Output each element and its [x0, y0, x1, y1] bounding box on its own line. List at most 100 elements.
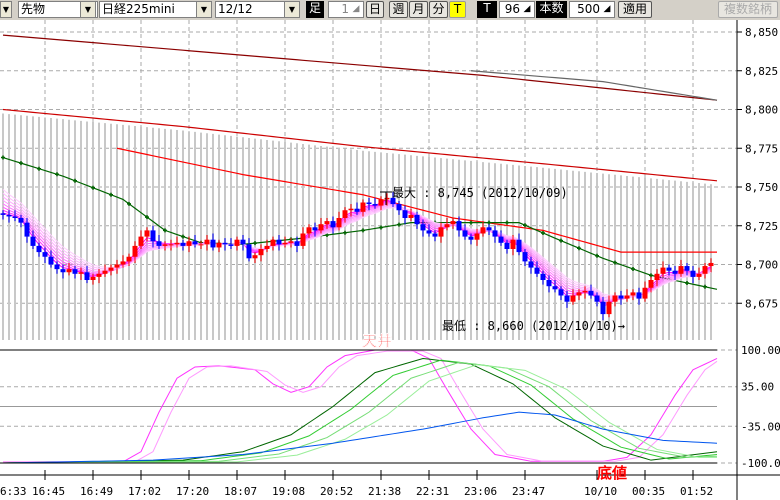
candle: [624, 289, 630, 302]
time-tick-label: 22:31: [416, 485, 449, 498]
candle-body: [708, 262, 714, 267]
candle: [516, 233, 522, 256]
time-tick-label: 20:52: [320, 485, 353, 498]
time-tick-label: 6:33: [0, 485, 27, 498]
candle-body: [600, 301, 606, 315]
candle-body: [234, 239, 240, 246]
ma-marker: [613, 260, 617, 265]
time-tick-label: 10/10: [584, 485, 617, 498]
candle: [660, 261, 666, 277]
candle-body: [90, 276, 96, 280]
top-label: 天井: [362, 332, 392, 350]
ma-marker: [181, 234, 185, 239]
candle-body: [558, 289, 564, 296]
candle-body: [354, 208, 360, 212]
spinner-icon[interactable]: ◢: [601, 3, 613, 16]
candle: [24, 218, 30, 243]
ma-marker: [541, 230, 545, 235]
market-dropdown-arrow[interactable]: ▼: [80, 1, 96, 18]
left-dropdown-arrow[interactable]: ▼: [0, 1, 12, 18]
candle-body: [366, 202, 372, 205]
candle: [276, 235, 282, 251]
candle-body: [138, 236, 144, 246]
spinner-icon[interactable]: ◢: [350, 3, 362, 16]
ma-marker: [361, 228, 365, 233]
t-spinner[interactable]: 96 ◢: [499, 1, 535, 18]
price-tick-label: 8,750: [745, 181, 778, 194]
ma-marker: [37, 166, 41, 171]
candle: [102, 264, 108, 277]
spinner-icon[interactable]: ◢: [521, 3, 533, 16]
candle-body: [534, 267, 540, 274]
instrument-dropdown-arrow[interactable]: ▼: [196, 1, 212, 18]
tick-button[interactable]: T: [449, 1, 466, 18]
candle: [36, 242, 42, 257]
candle: [216, 239, 222, 253]
candle-body: [192, 241, 198, 245]
candle-body: [456, 221, 462, 231]
candle: [696, 267, 702, 280]
ma-marker: [631, 266, 635, 271]
candle-body: [696, 273, 702, 277]
candle-body: [468, 236, 474, 240]
candle-body: [72, 269, 78, 274]
bottom-label: 底値: [597, 464, 627, 482]
candle-body: [414, 214, 420, 225]
candle-body: [474, 233, 480, 240]
multi-symbol-button[interactable]: 複数銘柄: [718, 1, 778, 18]
ma-marker: [55, 172, 59, 177]
candle-body: [606, 301, 612, 315]
bar-period-spinner[interactable]: 1 ◢: [328, 1, 364, 18]
candle-body: [372, 204, 378, 206]
bar-label: 足: [306, 1, 324, 18]
ma-marker: [649, 273, 653, 278]
candle: [300, 227, 306, 249]
candle-body: [660, 267, 666, 274]
ma-marker: [505, 220, 509, 225]
count-spinner[interactable]: 500 ◢: [569, 1, 615, 18]
daily-button[interactable]: 日: [366, 1, 384, 18]
oscillator-line: [3, 349, 718, 463]
ma-marker: [1, 155, 5, 160]
ma-marker: [523, 223, 527, 228]
candle-body: [126, 256, 132, 262]
candle-body: [222, 242, 228, 245]
price-tick-label: 8,850: [745, 26, 778, 39]
candle-body: [18, 218, 24, 223]
minute-button[interactable]: 分: [429, 1, 448, 18]
monthly-button[interactable]: 月: [409, 1, 428, 18]
weekly-button[interactable]: 週: [389, 1, 408, 18]
candle: [636, 287, 642, 305]
apply-button[interactable]: 適用: [618, 1, 652, 18]
instrument-select[interactable]: 日経225mini: [99, 1, 199, 18]
candle-body: [348, 208, 354, 211]
time-tick-label: 17:20: [176, 485, 209, 498]
candle-body: [324, 221, 330, 225]
candle-body: [270, 239, 276, 246]
candle-body: [570, 295, 576, 302]
candle: [618, 290, 624, 305]
ma-marker: [109, 192, 113, 197]
candle: [270, 236, 276, 251]
candle-body: [360, 202, 366, 212]
candle-body: [486, 227, 492, 231]
candle-body: [162, 244, 168, 246]
candle-body: [216, 242, 222, 248]
contract-dropdown-arrow[interactable]: ▼: [284, 1, 300, 18]
ma-marker: [73, 178, 77, 183]
time-tick-label: 16:49: [80, 485, 113, 498]
candle-body: [198, 244, 204, 246]
candle: [222, 238, 228, 251]
candle-body: [564, 295, 570, 302]
candle: [612, 292, 618, 307]
candle-body: [618, 295, 624, 299]
time-tick-label: 00:35: [632, 485, 665, 498]
candle-body: [66, 269, 72, 273]
candle: [480, 221, 486, 237]
candle-body: [612, 295, 618, 302]
candle-body: [246, 244, 252, 259]
candle-body: [522, 252, 528, 262]
candle-body: [408, 214, 414, 218]
price-tick-label: 8,825: [745, 65, 778, 78]
candle-body: [450, 221, 456, 225]
